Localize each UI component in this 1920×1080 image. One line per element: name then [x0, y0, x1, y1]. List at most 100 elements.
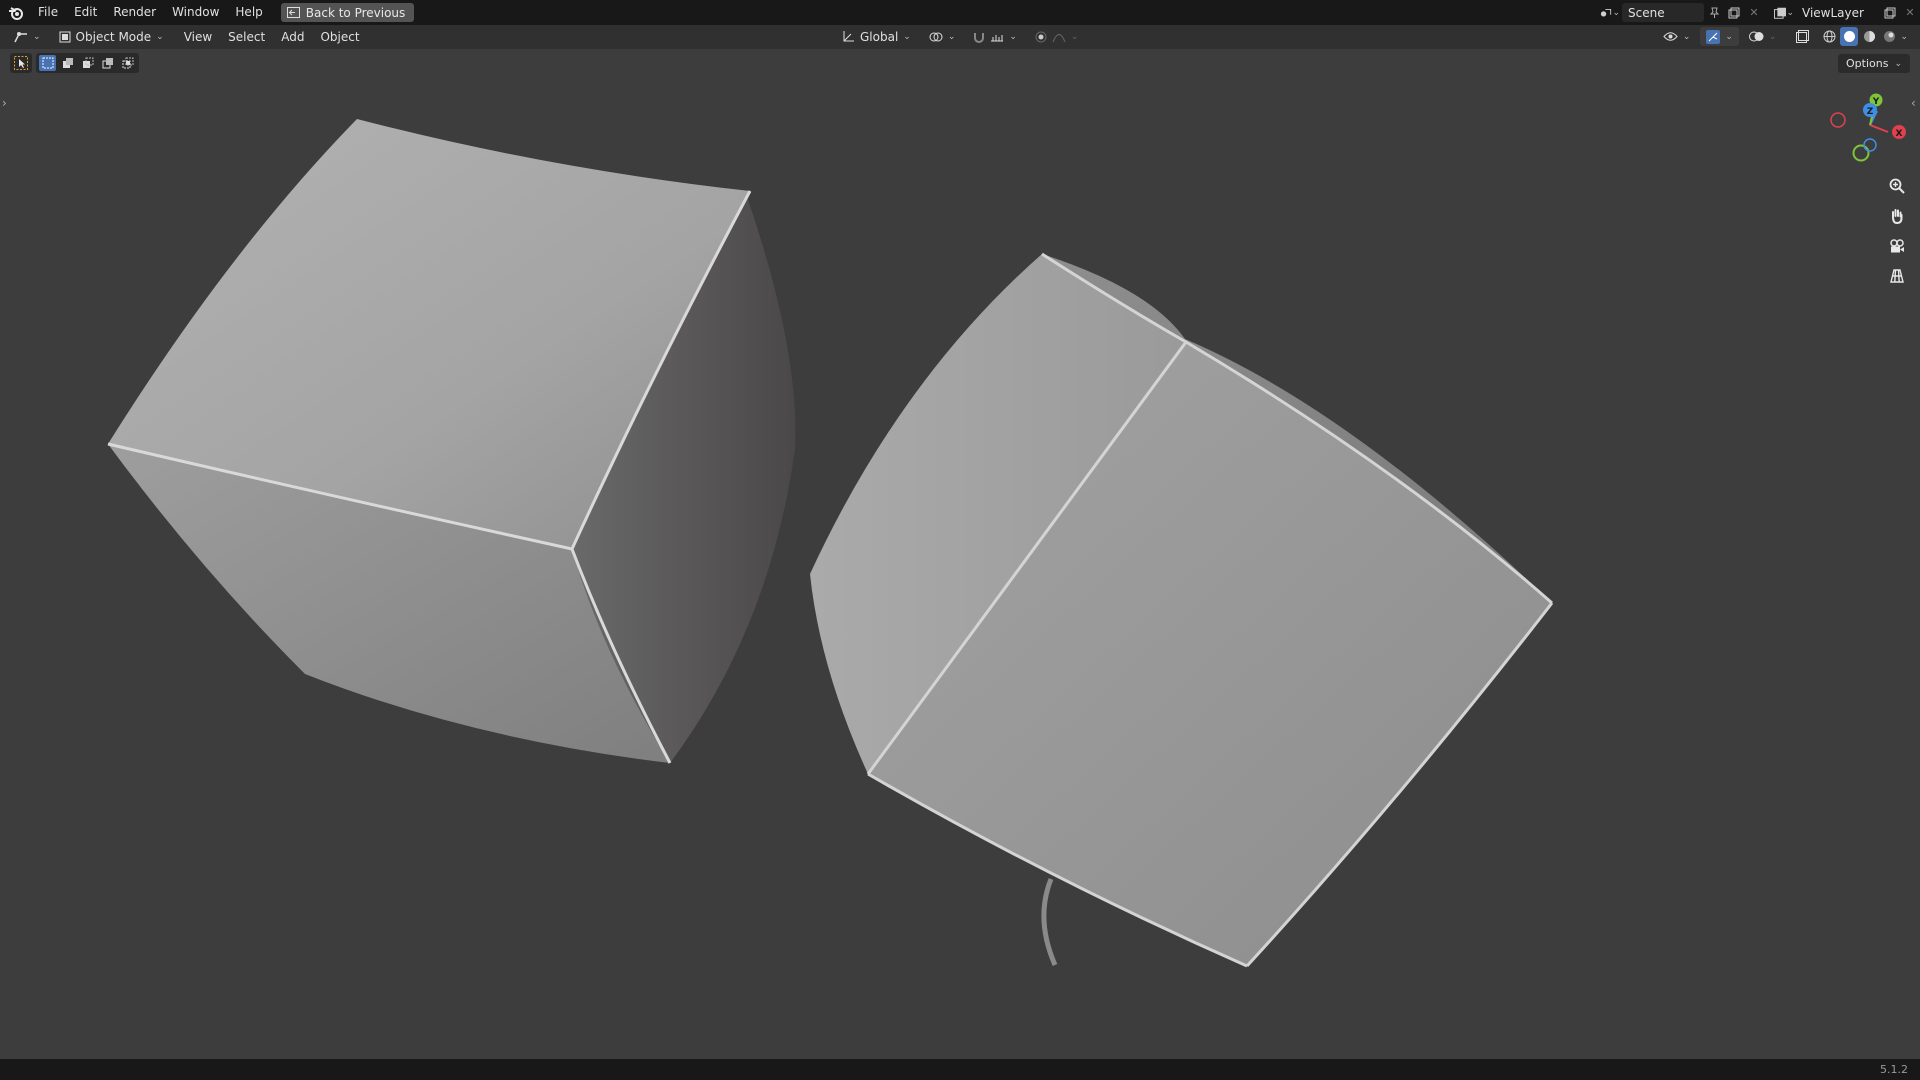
mode-dropdown[interactable]: Object Mode ⌄ — [53, 28, 170, 47]
rendered-shading-button[interactable] — [1880, 27, 1898, 46]
pivot-point-dropdown[interactable]: ⌄ — [923, 27, 962, 46]
blender-logo-icon[interactable] — [8, 5, 24, 21]
scene-browse-button[interactable]: ⌄ — [1600, 3, 1620, 22]
3d-viewport[interactable]: › ‹ Y Z X — [0, 49, 1920, 1059]
select-intersect-icon — [122, 57, 133, 69]
new-scene-button[interactable] — [1724, 3, 1744, 22]
new-view-layer-button[interactable] — [1880, 3, 1900, 22]
duplicate-icon — [1884, 7, 1896, 18]
selection-mode-group — [36, 53, 139, 73]
wireframe-shading-button[interactable] — [1820, 27, 1838, 46]
toolbar-expand-icon[interactable]: › — [2, 96, 7, 110]
delete-scene-button[interactable]: ✕ — [1744, 3, 1764, 22]
chevron-down-icon: ⌄ — [903, 31, 911, 42]
pivot-icon — [929, 32, 943, 41]
chevron-down-icon[interactable]: ⌄ — [1900, 32, 1908, 42]
pan-view-button[interactable] — [1885, 204, 1909, 228]
select-new-icon — [42, 57, 53, 69]
gizmo-neg-x[interactable] — [1830, 112, 1846, 128]
gizmo-y-label: Y — [1872, 97, 1880, 107]
overlays-dropdown[interactable]: ⌄ — [1743, 27, 1783, 46]
select-extend-button[interactable] — [59, 55, 76, 71]
top-right-controls: ⌄ Scene ✕ ⌄ ViewLayer ✕ — [1600, 0, 1920, 25]
scene-icon — [1600, 8, 1612, 17]
chevron-down-icon: ⌄ — [156, 32, 164, 42]
select-subtract-button[interactable] — [79, 55, 96, 71]
navigation-gizmo[interactable]: Y Z X — [1830, 93, 1906, 162]
shading-mode-group: ⌄ — [1820, 27, 1908, 46]
zoom-view-button[interactable] — [1885, 174, 1909, 198]
chevron-down-icon: ⌄ — [1894, 58, 1902, 69]
cushion-cube-right[interactable] — [810, 252, 1554, 968]
chevron-down-icon: ⌄ — [1009, 31, 1017, 42]
menu-object[interactable]: Object — [312, 25, 367, 49]
mode-label: Object Mode — [75, 30, 152, 44]
menu-window[interactable]: Window — [164, 0, 227, 25]
active-tool-button[interactable] — [10, 53, 32, 73]
scene-name-field[interactable]: Scene — [1622, 3, 1704, 22]
view-layer-browse-button[interactable]: ⌄ — [1774, 3, 1794, 22]
orientation-icon — [843, 31, 854, 42]
menu-file[interactable]: File — [30, 0, 66, 25]
options-label: Options — [1846, 57, 1889, 70]
select-new-button[interactable] — [39, 55, 56, 71]
version-label: 5.1.2 — [1880, 1063, 1908, 1076]
falloff-icon — [1052, 33, 1066, 42]
menu-help[interactable]: Help — [227, 0, 270, 25]
header-center-controls: Global ⌄ ⌄ ⌄ ⌄ — [836, 27, 1084, 46]
menu-edit[interactable]: Edit — [66, 0, 105, 25]
camera-icon — [1890, 239, 1904, 253]
transform-orientation-dropdown[interactable]: Global ⌄ — [836, 27, 917, 46]
solid-icon — [1843, 31, 1855, 42]
duplicate-icon — [1728, 7, 1740, 18]
header-right-controls: ⌄ ⌄ ⌄ ⌄ — [1657, 27, 1908, 46]
visibility-dropdown[interactable]: ⌄ — [1657, 27, 1697, 46]
delete-view-layer-button[interactable]: ✕ — [1900, 3, 1920, 22]
xray-toggle[interactable] — [1792, 27, 1812, 46]
tool-options-row — [10, 52, 139, 74]
proportional-edit-toggle[interactable]: ⌄ — [1029, 27, 1085, 46]
editor-type-icon — [14, 32, 27, 43]
gizmo-toggle[interactable]: ⌄ — [1700, 27, 1739, 46]
menu-select[interactable]: Select — [220, 25, 273, 49]
gizmo-neg-z[interactable] — [1863, 138, 1877, 152]
camera-view-button[interactable] — [1885, 234, 1909, 258]
editor-type-dropdown[interactable]: ⌄ — [8, 28, 47, 47]
back-to-previous-label: Back to Previous — [305, 5, 406, 20]
select-invert-icon — [102, 58, 113, 69]
chevron-down-icon: ⌄ — [947, 31, 956, 42]
snap-increment-icon — [991, 34, 1004, 41]
snap-toggle[interactable]: ⌄ — [967, 27, 1023, 46]
back-to-previous-button[interactable]: Back to Previous — [280, 3, 415, 22]
select-subtract-icon — [82, 57, 93, 68]
viewport-scene[interactable]: › ‹ Y Z X — [0, 49, 1920, 1059]
chevron-down-icon: ⌄ — [1786, 7, 1794, 18]
view-layer-name: ViewLayer — [1802, 5, 1864, 20]
close-icon: ✕ — [1905, 6, 1915, 19]
balloon-string — [1041, 878, 1058, 966]
view-layer-icon — [1774, 7, 1786, 19]
select-invert-button[interactable] — [99, 55, 116, 71]
pin-scene-button[interactable] — [1704, 3, 1724, 22]
wireframe-icon — [1823, 30, 1836, 43]
scene-name: Scene — [1628, 5, 1665, 20]
back-icon — [286, 7, 300, 18]
select-intersect-button[interactable] — [119, 55, 136, 71]
gizmo-z-label: Z — [1867, 107, 1874, 117]
solid-shading-button[interactable] — [1840, 27, 1859, 46]
ortho-toggle-button[interactable] — [1885, 264, 1909, 288]
top-bar: File Edit Render Window Help Back to Pre… — [0, 0, 1920, 25]
options-dropdown[interactable]: Options ⌄ — [1838, 54, 1910, 73]
material-shading-button[interactable] — [1860, 27, 1878, 46]
cushion-cube-left[interactable] — [107, 119, 796, 764]
gizmo-neg-y[interactable] — [1852, 144, 1870, 162]
pin-icon — [1709, 7, 1719, 18]
menu-view[interactable]: View — [176, 25, 220, 49]
menu-render[interactable]: Render — [105, 0, 164, 25]
status-bar: 5.1.2 — [0, 1059, 1920, 1080]
viewport-header: ⌄ Object Mode ⌄ View Select Add Object G… — [0, 25, 1920, 49]
select-cursor-icon — [14, 56, 28, 70]
menu-add[interactable]: Add — [273, 25, 312, 49]
view-layer-field[interactable]: ViewLayer — [1796, 3, 1880, 22]
sidebar-expand-icon[interactable]: ‹ — [1911, 96, 1916, 110]
